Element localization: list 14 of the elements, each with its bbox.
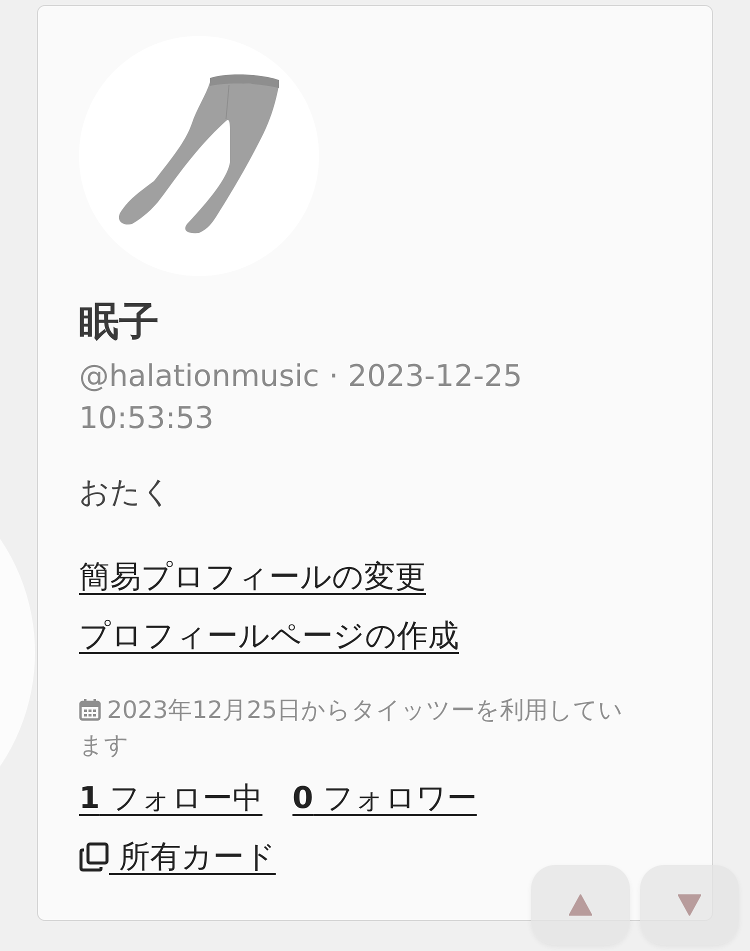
scroll-up-button[interactable] <box>531 865 630 945</box>
user-name: 眠子 <box>79 298 159 347</box>
bio-text: おたく <box>79 474 172 512</box>
owned-cards-link[interactable]: 所有カード <box>79 836 276 878</box>
profile-link[interactable]: プロフィールページの作成 <box>79 615 459 657</box>
following-link[interactable]: 1 フォロー中 <box>79 778 262 820</box>
profile-link[interactable]: 簡易プロフィールの変更 <box>79 556 426 598</box>
calendar-icon <box>79 698 101 721</box>
member-since-text: 2023年12月25日からタイッツーを利用しています <box>79 696 624 759</box>
user-handle-and-date: @halationmusic · 2023-12-25 10:53:53 <box>79 358 524 438</box>
up-triangle-icon <box>569 894 592 916</box>
down-triangle-icon <box>678 894 701 916</box>
followers-link[interactable]: 0 フォロワー <box>292 778 477 820</box>
copy-icon <box>79 842 109 872</box>
